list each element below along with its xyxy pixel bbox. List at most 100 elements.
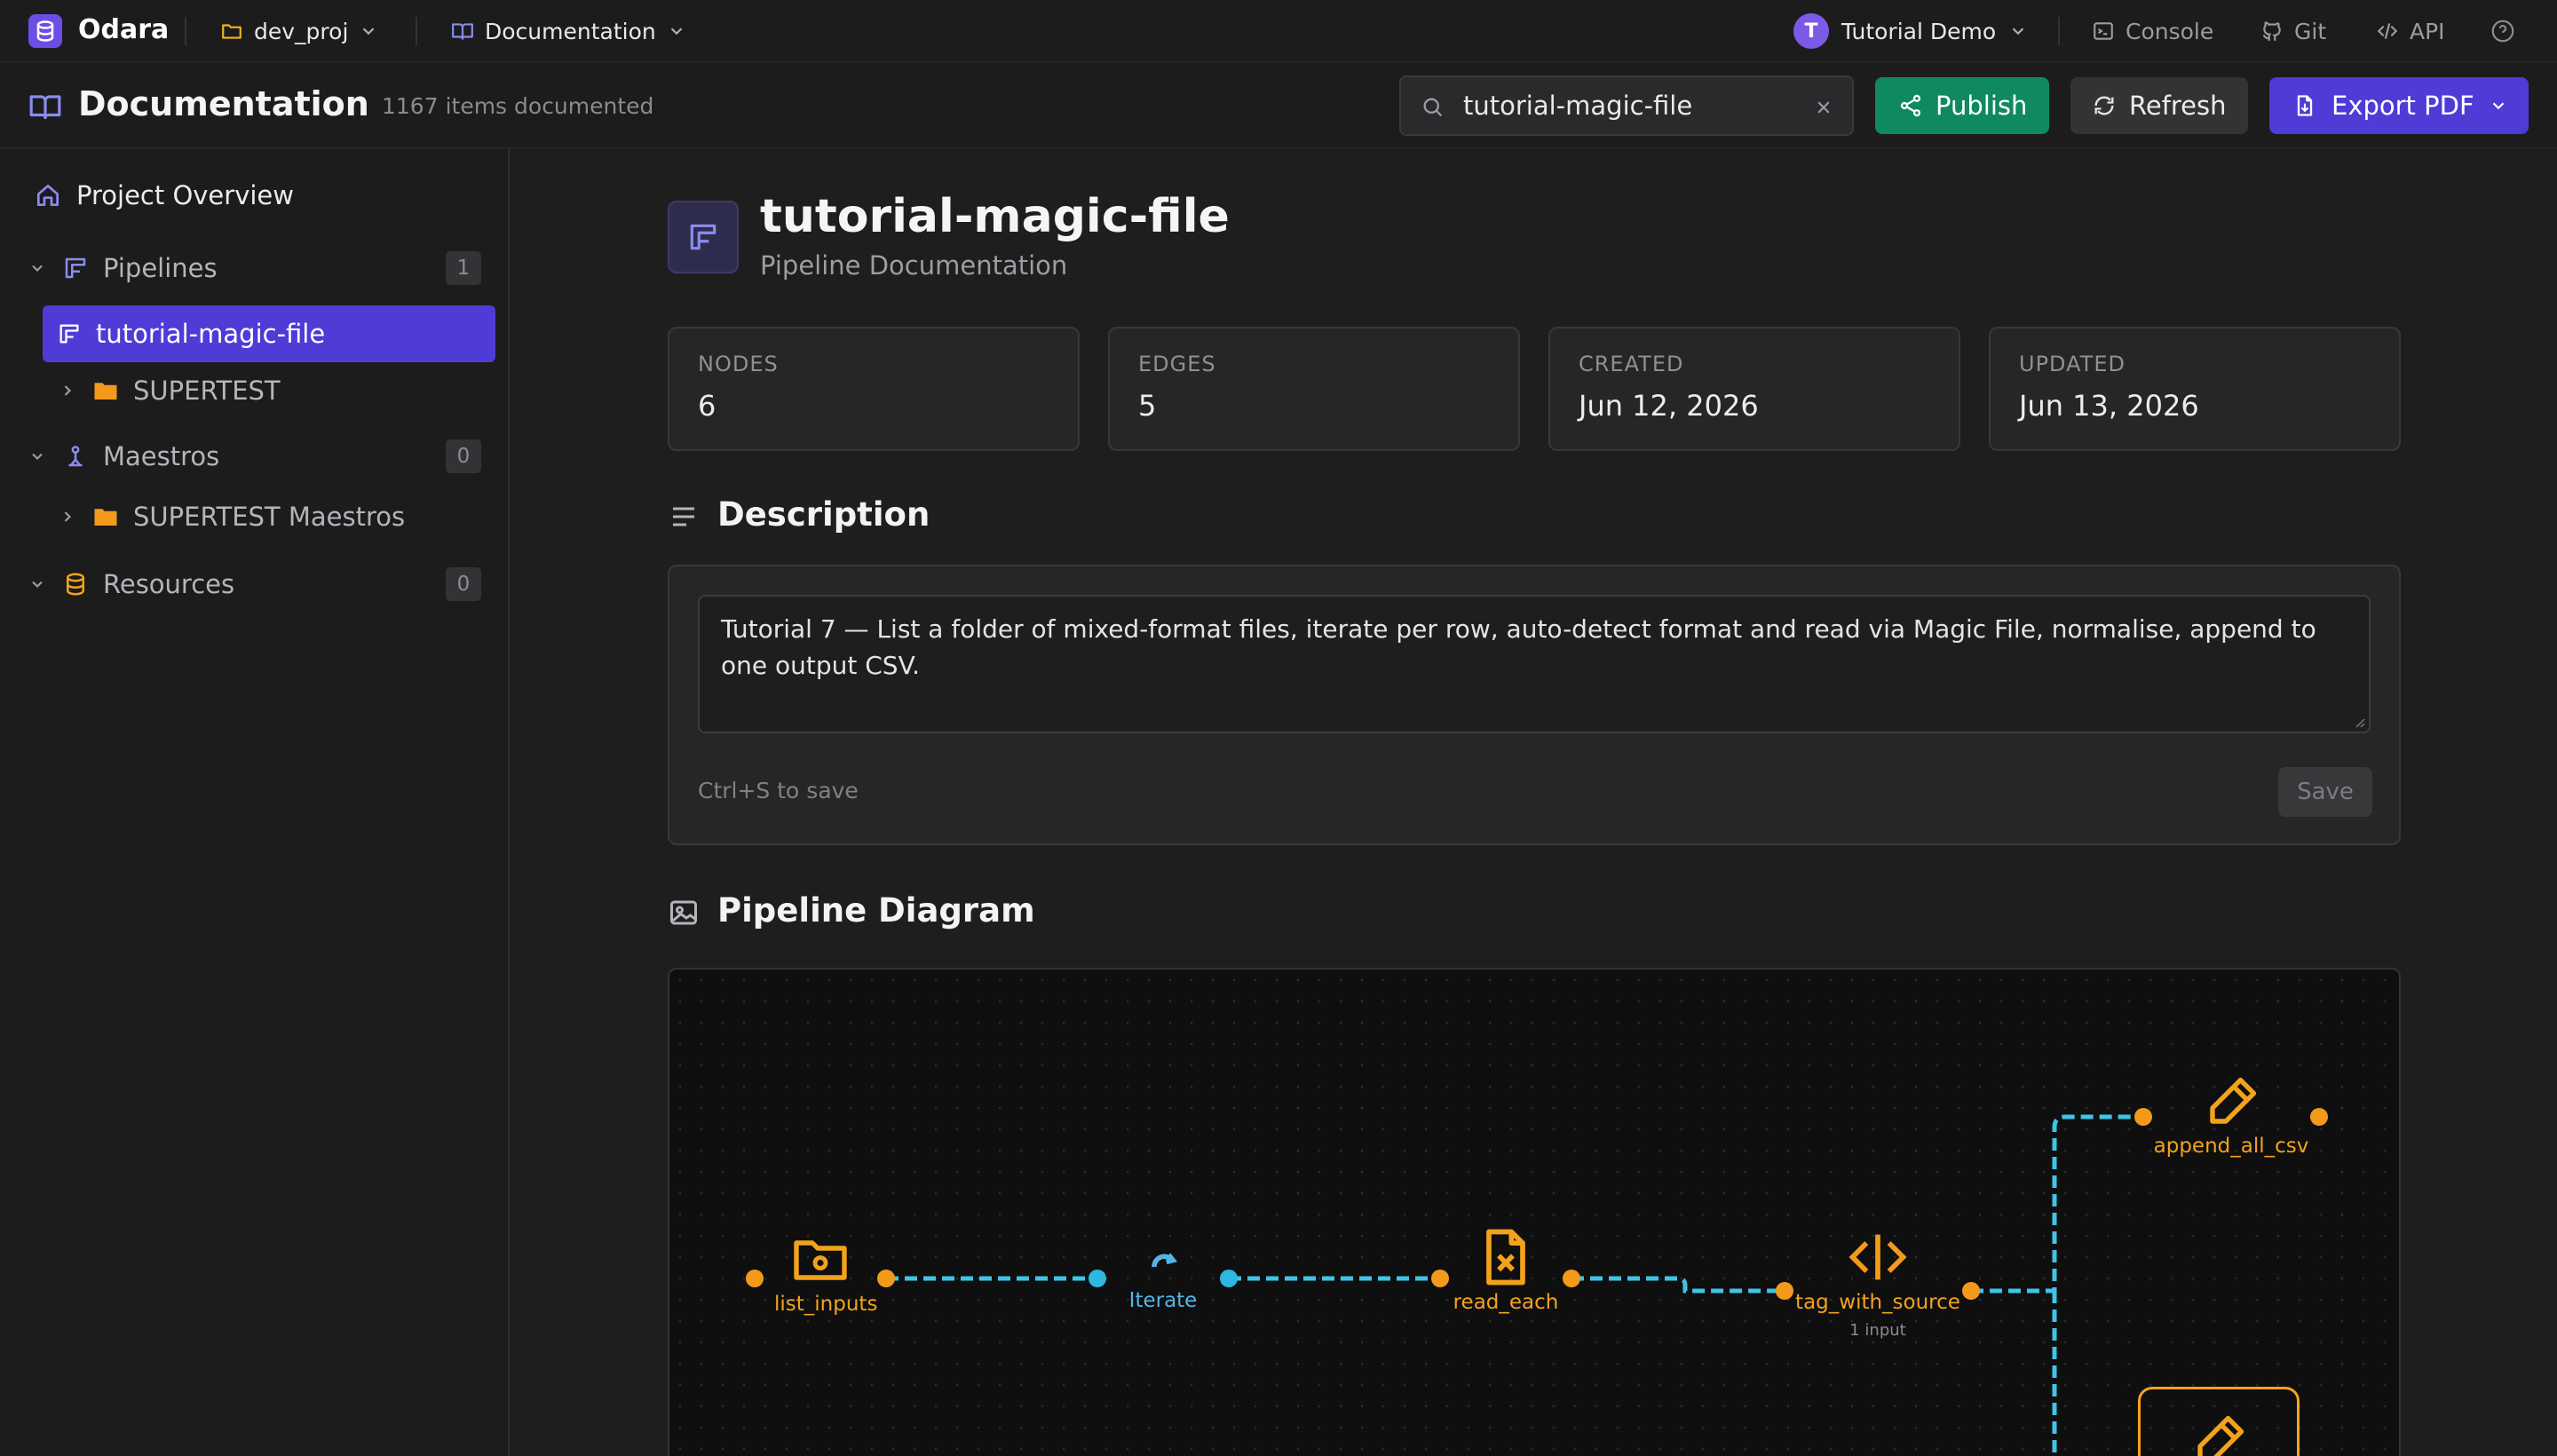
sidebar-group-label: Resources <box>103 569 235 599</box>
help-icon <box>2491 20 2514 43</box>
page-title: tutorial-magic-file <box>760 190 1230 243</box>
save-button[interactable]: Save <box>2278 767 2372 817</box>
stat-value: 5 <box>1138 389 1157 423</box>
edge-tag-to-append <box>1971 1114 2143 1294</box>
file-x-icon <box>1486 1229 1525 1286</box>
git-button[interactable]: Git <box>2260 14 2326 48</box>
count-value: 0 <box>456 445 471 468</box>
search-icon <box>1423 98 1443 117</box>
node-tag-with-source[interactable]: tag_with_source 1 input <box>1793 1223 1962 1340</box>
sidebar-item-tutorial-magic-file[interactable]: tutorial-magic-file <box>43 305 495 362</box>
chevron-right-icon <box>64 511 72 522</box>
section-selector[interactable]: Documentation <box>451 14 686 48</box>
node-selected-writer[interactable] <box>2138 1387 2300 1456</box>
node-iterate[interactable]: Iterate <box>1110 1236 1216 1312</box>
node-sublabel: 1 input <box>1849 1321 1906 1340</box>
sidebar-group-label: Pipelines <box>103 253 218 283</box>
count-value: 0 <box>456 573 471 596</box>
clear-icon[interactable] <box>1815 99 1833 116</box>
stat-value: 6 <box>698 389 716 423</box>
loop-icon <box>1152 1253 1178 1268</box>
node-label: tag_with_source <box>1795 1291 1960 1314</box>
avatar: T <box>1793 13 1829 49</box>
resize-handle-icon[interactable] <box>2353 716 2365 728</box>
stat-label: CREATED <box>1579 352 1684 376</box>
app-name: Odara <box>78 14 170 45</box>
sidebar-item-label: Project Overview <box>76 180 294 210</box>
section-name: Documentation <box>485 18 656 44</box>
top-bar: Odara dev_proj Documentation T Tutorial … <box>0 0 2557 62</box>
count-value: 1 <box>456 257 471 280</box>
user-menu[interactable]: T Tutorial Demo <box>1793 12 2028 50</box>
node-read-each[interactable]: read_each <box>1444 1223 1568 1314</box>
book-icon <box>29 95 61 120</box>
pipelines-count: 1 <box>446 251 481 285</box>
home-icon <box>37 185 59 206</box>
pipeline-badge-icon <box>668 201 739 273</box>
divider <box>185 17 186 45</box>
project-selector[interactable]: dev_proj <box>220 14 378 48</box>
api-button[interactable]: API <box>2376 14 2445 48</box>
folder-label: SUPERTEST <box>133 376 281 406</box>
description-line: one output CSV. <box>721 651 921 680</box>
stat-label: NODES <box>698 352 779 376</box>
search-input[interactable] <box>1463 88 1801 123</box>
maestros-count: 0 <box>446 439 481 473</box>
chevron-right-icon <box>64 385 72 396</box>
folder-label: SUPERTEST Maestros <box>133 502 406 532</box>
pen-icon <box>2210 1077 2257 1124</box>
search-box[interactable] <box>1399 75 1854 136</box>
save-hint: Ctrl+S to save <box>698 778 859 803</box>
page-heading: Documentation <box>78 84 369 123</box>
chevron-down-icon <box>363 28 375 36</box>
export-label: Export PDF <box>2331 91 2474 121</box>
sidebar-group-resources[interactable]: Resources 0 <box>28 566 481 602</box>
conductor-icon <box>68 446 83 467</box>
stat-card-edges: EDGES 5 <box>1108 327 1520 451</box>
page-subtitle: Pipeline Documentation <box>760 250 1068 281</box>
sidebar-group-pipelines[interactable]: Pipelines 1 <box>28 250 481 286</box>
sidebar: Project Overview Pipelines 1 tutorial-ma… <box>0 149 510 1456</box>
pipeline-icon <box>59 324 79 344</box>
database-icon <box>67 573 84 596</box>
divider <box>2058 17 2060 45</box>
pen-icon <box>2197 1415 2244 1456</box>
diagram-heading: Pipeline Diagram <box>717 891 1035 930</box>
chevron-down-icon <box>2012 28 2024 36</box>
refresh-label: Refresh <box>2129 91 2227 121</box>
publish-label: Publish <box>1936 91 2028 121</box>
node-list-inputs[interactable]: list_inputs <box>774 1227 877 1316</box>
sidebar-group-maestros[interactable]: Maestros 0 <box>28 439 481 474</box>
stat-value: Jun 13, 2026 <box>2019 389 2199 423</box>
pipeline-diagram-canvas[interactable]: list_inputs Iterate read_each tag_with_s… <box>668 968 2401 1456</box>
refresh-button[interactable]: Refresh <box>2070 77 2248 134</box>
node-append-all-csv[interactable]: append_all_csv <box>2147 1071 2316 1158</box>
api-label: API <box>2410 18 2445 44</box>
description-heading: Description <box>717 495 930 534</box>
folder-icon <box>94 509 117 526</box>
pipeline-icon <box>65 257 86 279</box>
pipeline-edges <box>746 1108 2328 1456</box>
chevron-down-icon <box>32 265 43 273</box>
sidebar-folder-supertest[interactable]: SUPERTEST <box>59 373 281 408</box>
edge-read-to-tag <box>1571 1276 1785 1294</box>
description-card: Tutorial 7 — List a folder of mixed-form… <box>668 565 2401 845</box>
code-icon <box>2377 23 2398 39</box>
sidebar-item-project-overview[interactable]: Project Overview <box>34 178 294 213</box>
stat-label: UPDATED <box>2019 352 2126 376</box>
stat-card-updated: UPDATED Jun 13, 2026 <box>1989 327 2401 451</box>
help-button[interactable] <box>2490 18 2516 44</box>
console-label: Console <box>2126 18 2214 44</box>
description-textarea[interactable]: Tutorial 7 — List a folder of mixed-form… <box>698 595 2371 733</box>
chevron-down-icon <box>2492 102 2504 110</box>
publish-button[interactable]: Publish <box>1875 77 2049 134</box>
share-icon <box>1900 94 1921 117</box>
sidebar-item-label: tutorial-magic-file <box>96 319 326 349</box>
node-label: append_all_csv <box>2153 1135 2309 1158</box>
node-label: read_each <box>1453 1291 1559 1314</box>
page-header: Documentation 1167 items documented Publ… <box>0 63 2557 148</box>
console-button[interactable]: Console <box>2092 14 2213 48</box>
export-pdf-button[interactable]: Export PDF <box>2269 77 2529 134</box>
book-icon <box>452 23 473 40</box>
sidebar-folder-supertest-maestros[interactable]: SUPERTEST Maestros <box>59 499 405 534</box>
